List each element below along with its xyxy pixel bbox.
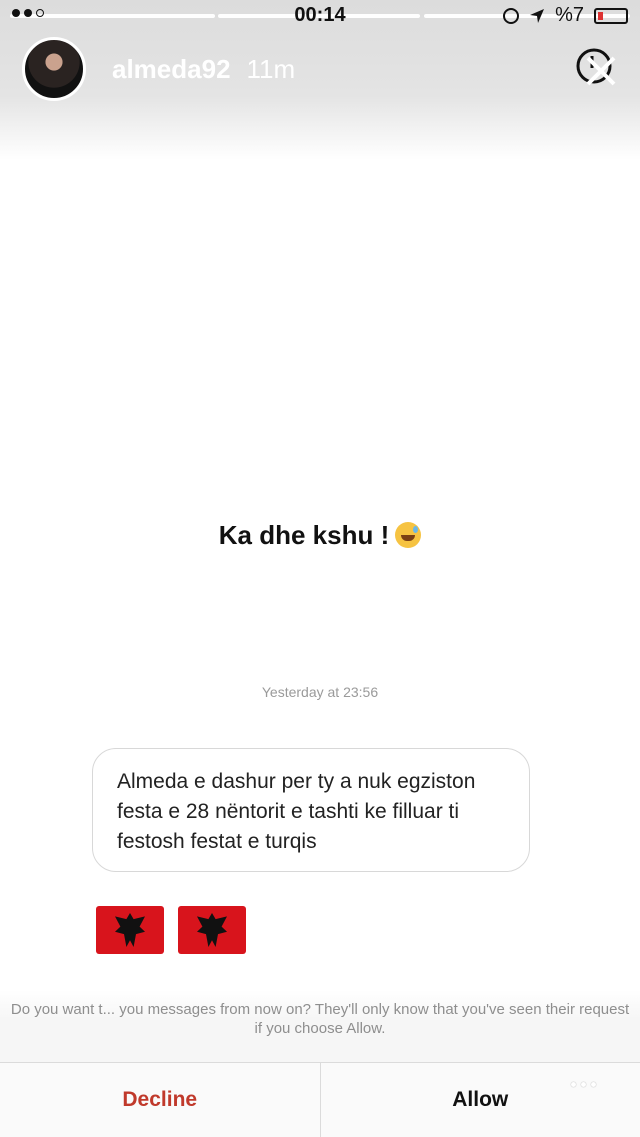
battery-icon (594, 8, 628, 24)
username[interactable]: almeda92 (112, 54, 231, 85)
message-request-prompt: Do you want t... you messages from now o… (10, 1000, 630, 1038)
battery-percent: %7 (555, 4, 584, 27)
orientation-lock-icon (503, 8, 519, 24)
story-header: almeda92 11m (22, 36, 295, 102)
message-timestamp: Yesterday at 23:56 (0, 684, 640, 700)
close-icon[interactable] (574, 46, 618, 90)
avatar[interactable] (22, 37, 86, 101)
location-arrow-icon (529, 8, 545, 24)
more-options-icon[interactable] (571, 1082, 596, 1087)
grinning-sweat-emoji-icon (395, 522, 421, 548)
message-text: Almeda e dashur per ty a nuk egziston fe… (117, 770, 475, 853)
story-age: 11m (247, 54, 296, 85)
decline-button[interactable]: Decline (0, 1063, 321, 1137)
story-caption-text: Ka dhe kshu ! (219, 520, 389, 550)
albania-flag-icon (178, 906, 246, 954)
status-indicators: %7 (503, 4, 628, 27)
allow-button[interactable]: Allow (321, 1063, 640, 1137)
message-bubble: Almeda e dashur per ty a nuk egziston fe… (92, 748, 530, 872)
story-caption: Ka dhe kshu ! (0, 520, 640, 551)
flag-emojis (96, 906, 246, 954)
request-actions: Decline Allow (0, 1062, 640, 1137)
status-bar: 00:14 %7 (0, 0, 640, 32)
albania-flag-icon (96, 906, 164, 954)
